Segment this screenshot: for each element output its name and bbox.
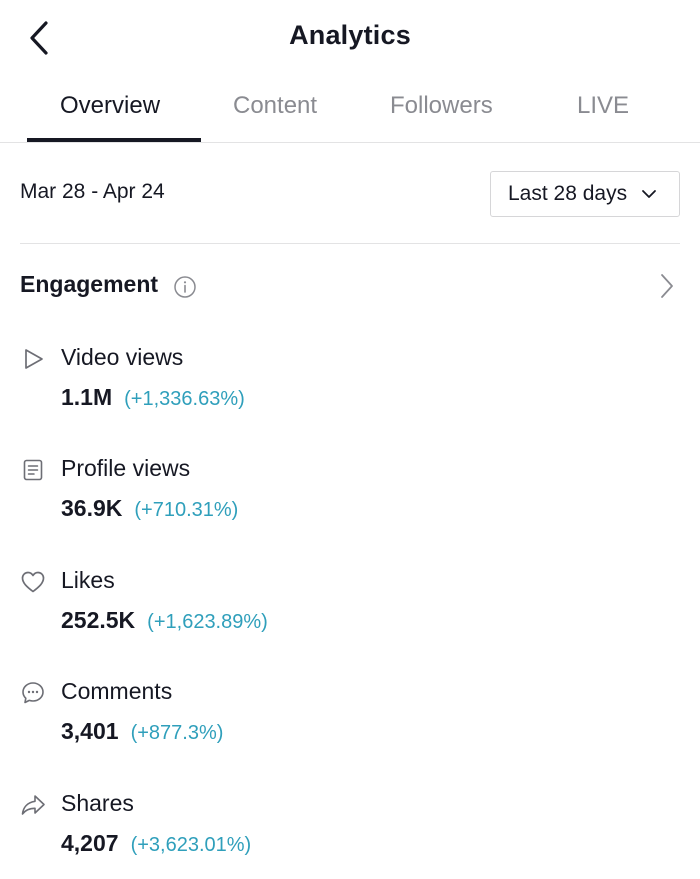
- metric-label: Shares: [61, 790, 134, 816]
- tab-overview[interactable]: Overview: [60, 92, 160, 120]
- metric-change: (+1,336.63%): [124, 388, 245, 410]
- metric-value: 1.1M: [61, 384, 113, 410]
- metric-profile-views: Profile views 36.9K (+710.31%): [20, 455, 680, 545]
- engagement-title: Engagement: [20, 271, 159, 297]
- heart-icon: [20, 569, 46, 595]
- metric-change: (+877.3%): [130, 722, 224, 744]
- metric-label: Video views: [61, 344, 184, 370]
- metric-value: 252.5K: [61, 607, 136, 633]
- metric-comments: Comments 3,401 (+877.3%): [20, 678, 680, 768]
- profile-document-icon: [20, 457, 46, 483]
- comment-bubble-icon: [20, 680, 46, 706]
- active-tab-indicator: [27, 138, 201, 142]
- metric-value: 3,401: [61, 718, 119, 744]
- metric-shares: Shares 4,207 (+3,623.01%): [20, 790, 680, 879]
- metric-change: (+3,623.01%): [130, 834, 252, 856]
- chevron-down-icon: [642, 190, 656, 198]
- tab-followers[interactable]: Followers: [390, 92, 493, 120]
- date-range-label: Mar 28 - Apr 24: [20, 180, 165, 203]
- period-dropdown[interactable]: Last 28 days: [490, 171, 680, 217]
- metric-change: (+1,623.89%): [147, 611, 268, 633]
- play-icon: [20, 346, 46, 372]
- metric-change: (+710.31%): [134, 499, 239, 521]
- engagement-section-header[interactable]: Engagement: [20, 271, 680, 303]
- metric-likes: Likes 252.5K (+1,623.89%): [20, 567, 680, 657]
- metric-label: Profile views: [61, 455, 191, 481]
- metric-value: 36.9K: [61, 495, 123, 521]
- period-dropdown-label: Last 28 days: [508, 182, 628, 205]
- tab-live[interactable]: LIVE: [577, 92, 629, 120]
- share-arrow-icon: [20, 792, 46, 818]
- tab-content[interactable]: Content: [233, 92, 317, 120]
- metric-label: Comments: [61, 678, 173, 704]
- info-icon[interactable]: [173, 275, 197, 299]
- metric-label: Likes: [61, 567, 115, 593]
- chevron-right-icon: [661, 274, 673, 298]
- metric-video-views: Video views 1.1M (+1,336.63%): [20, 344, 680, 434]
- section-divider: [20, 243, 680, 244]
- metric-value: 4,207: [61, 830, 119, 856]
- header-bar: Analytics: [0, 0, 700, 75]
- tab-bar: Overview Content Followers LIVE: [0, 75, 700, 143]
- page-title: Analytics: [289, 20, 411, 50]
